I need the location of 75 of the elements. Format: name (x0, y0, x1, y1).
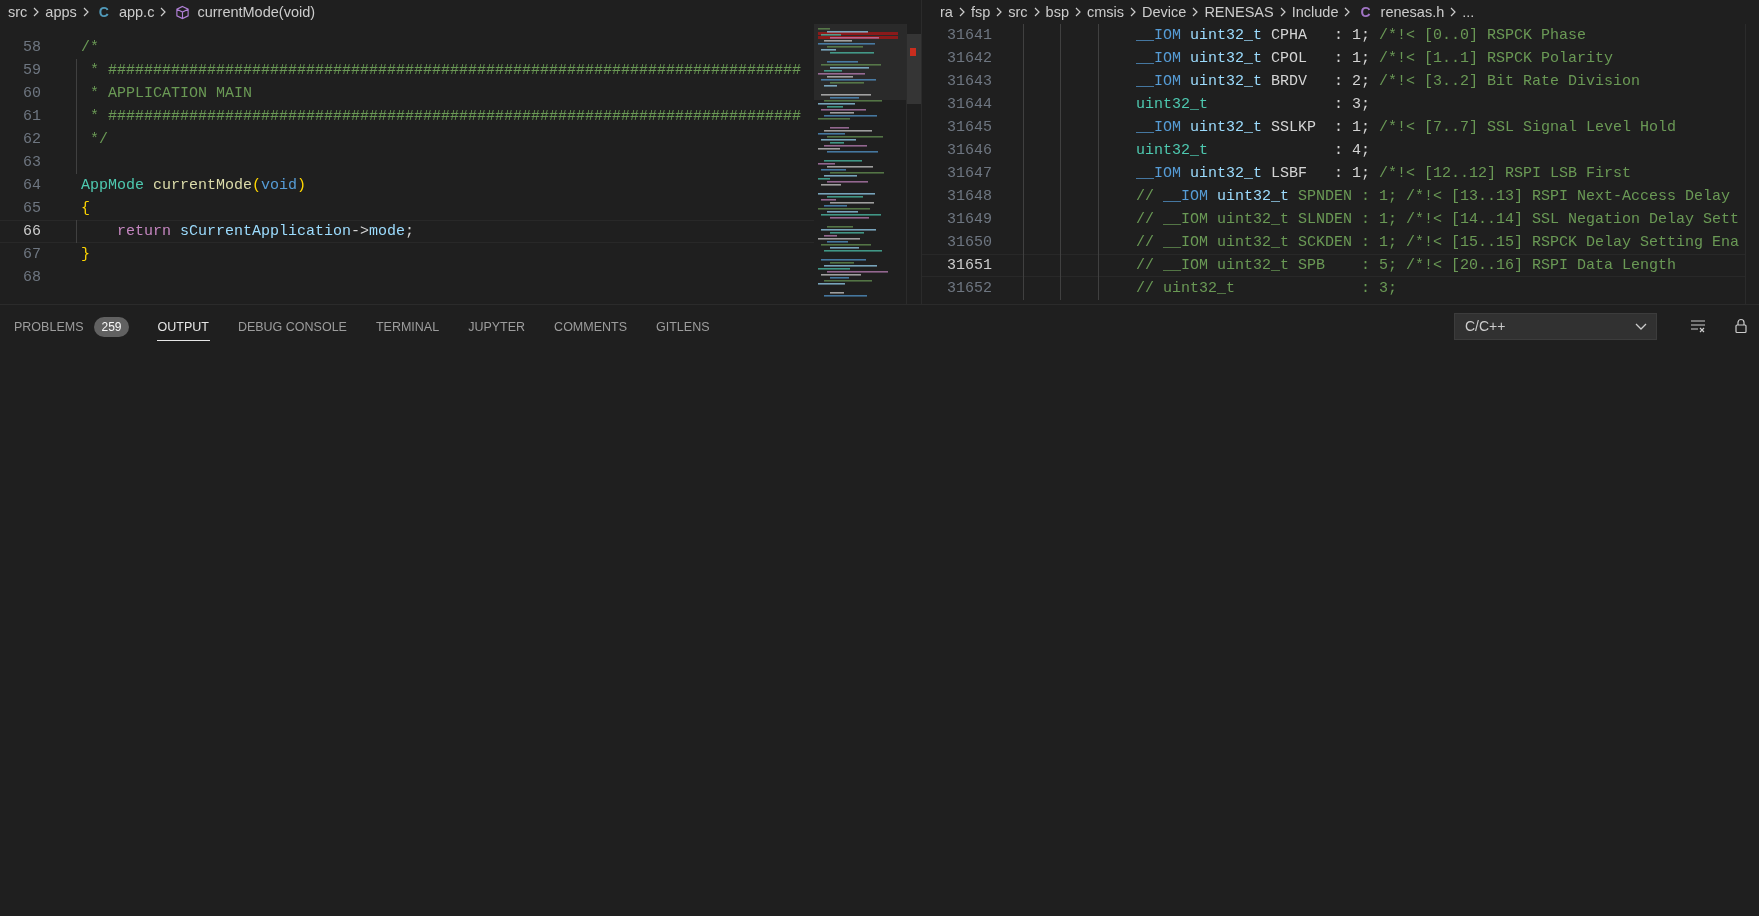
line-number: 62 (22, 131, 41, 148)
line-number: 31647 (946, 165, 992, 182)
line-number: 31648 (946, 188, 992, 205)
breadcrumb-item[interactable]: RENESAS (1204, 4, 1274, 20)
code-line: // __IOM uint32_t SPB : 5; /*!< [20..16] RSPI Data Length (1136, 257, 1677, 274)
code-line: * ############################################################################# (89, 62, 802, 79)
breadcrumb-item[interactable]: src (8, 4, 28, 20)
panel-tab[interactable]: TERMINAL (374, 311, 441, 341)
code-line: __IOM uint32_t BRDV : 2; /*!< [3..2] Bit Rate Division (1136, 73, 1641, 90)
output-channel-dropdown[interactable]: C/C++ (1454, 312, 1657, 340)
error-marker (910, 48, 916, 56)
line-number: 31651 (946, 257, 992, 274)
code-line: * ############################################################################# (89, 108, 802, 125)
count-badge: 259 (94, 316, 129, 337)
breadcrumb-item[interactable]: apps (45, 4, 77, 20)
breadcrumb-item[interactable]: src (1008, 4, 1028, 20)
line-number: 60 (22, 85, 41, 102)
panel-tab[interactable]: JUPYTER (467, 311, 527, 341)
breadcrumb-item[interactable]: ra (940, 4, 953, 20)
code-line: { (81, 200, 90, 217)
lock-icon[interactable] (1733, 318, 1749, 334)
code-line: AppMode currentMode(void) (81, 177, 307, 194)
code-line: * APPLICATION MAIN (89, 85, 253, 102)
line-number: 66 (22, 223, 41, 240)
code-line: // uint32_t : 3; (1136, 280, 1398, 297)
code-line: // __IOM uint32_t SLNDEN : 1; /*!< [14..14] SSL Negation Delay Sett (1136, 211, 1740, 228)
line-number: 31641 (946, 27, 992, 44)
breadcrumb-item[interactable]: cmsis (1087, 4, 1125, 20)
code-line: __IOM uint32_t CPHA : 1; /*!< [0..0] RSPCK Phase (1136, 27, 1587, 44)
code-line: // __IOM uint32_t SPNDEN : 1; /*!< [13..13] RSPI Next-Access Delay (1136, 188, 1731, 205)
code-line: __IOM uint32_t CPOL : 1; /*!< [1..1] RSPCK Polarity (1136, 50, 1614, 67)
line-number: 31643 (946, 73, 992, 90)
line-number: 31644 (946, 96, 992, 113)
code-line: uint32_t : 4; (1136, 142, 1371, 159)
code-line: __IOM uint32_t LSBF : 1; /*!< [12..12] RSPI LSB First (1136, 165, 1632, 182)
cube-icon (175, 4, 191, 20)
line-number: 61 (22, 108, 41, 125)
line-number: 31642 (946, 50, 992, 67)
breadcrumb-item[interactable]: currentMode(void) (197, 4, 316, 20)
panel-tab[interactable]: DEBUG CONSOLE (236, 311, 348, 341)
breadcrumb-item[interactable]: Include (1291, 4, 1339, 20)
line-number: 31645 (946, 119, 992, 136)
line-number: 31646 (946, 142, 992, 159)
line-number: 58 (22, 39, 41, 56)
code-line: } (81, 246, 90, 263)
line-number: 31649 (946, 211, 992, 228)
code-line: /* (81, 39, 99, 56)
code-line: */ (89, 131, 108, 148)
breadcrumb-item[interactable]: bsp (1045, 4, 1069, 20)
breadcrumb-item[interactable]: Device (1142, 4, 1187, 20)
line-number: 31652 (946, 280, 992, 297)
panel-tab[interactable]: OUTPUT (156, 311, 210, 341)
chevron-right-icon (1073, 6, 1083, 18)
line-number: 65 (22, 200, 41, 217)
line-number: 31650 (946, 234, 992, 251)
line-number: 67 (22, 246, 41, 263)
line-number: 64 (22, 177, 41, 194)
panel-tab[interactable]: PROBLEMS 259 (13, 308, 130, 344)
line-number: 63 (22, 154, 41, 171)
breadcrumb-item[interactable]: ... (1462, 4, 1475, 20)
code-line: return sCurrentApplication->mode; (116, 223, 415, 240)
panel-tab[interactable]: GITLENS (655, 311, 711, 341)
c-file-icon: C (1360, 4, 1371, 20)
c-file-icon: C (98, 4, 109, 20)
code-line: uint32_t : 3; (1136, 96, 1371, 113)
code-line: __IOM uint32_t SSLKP : 1; /*!< [7..7] SSL Signal Level Hold (1136, 119, 1677, 136)
breadcrumb-item[interactable]: app.c (118, 4, 155, 20)
code-line: // __IOM uint32_t SCKDEN : 1; /*!< [15..15] RSPCK Delay Setting Ena (1136, 234, 1740, 251)
breadcrumb-item[interactable]: renesas.h (1380, 4, 1445, 20)
breadcrumb-item[interactable]: fsp (970, 4, 991, 20)
line-number: 68 (22, 269, 41, 286)
scrollbar[interactable] (906, 24, 921, 304)
panel-tab[interactable]: COMMENTS (553, 311, 629, 341)
clear-output-icon[interactable] (1690, 318, 1706, 334)
line-number: 59 (22, 62, 41, 79)
